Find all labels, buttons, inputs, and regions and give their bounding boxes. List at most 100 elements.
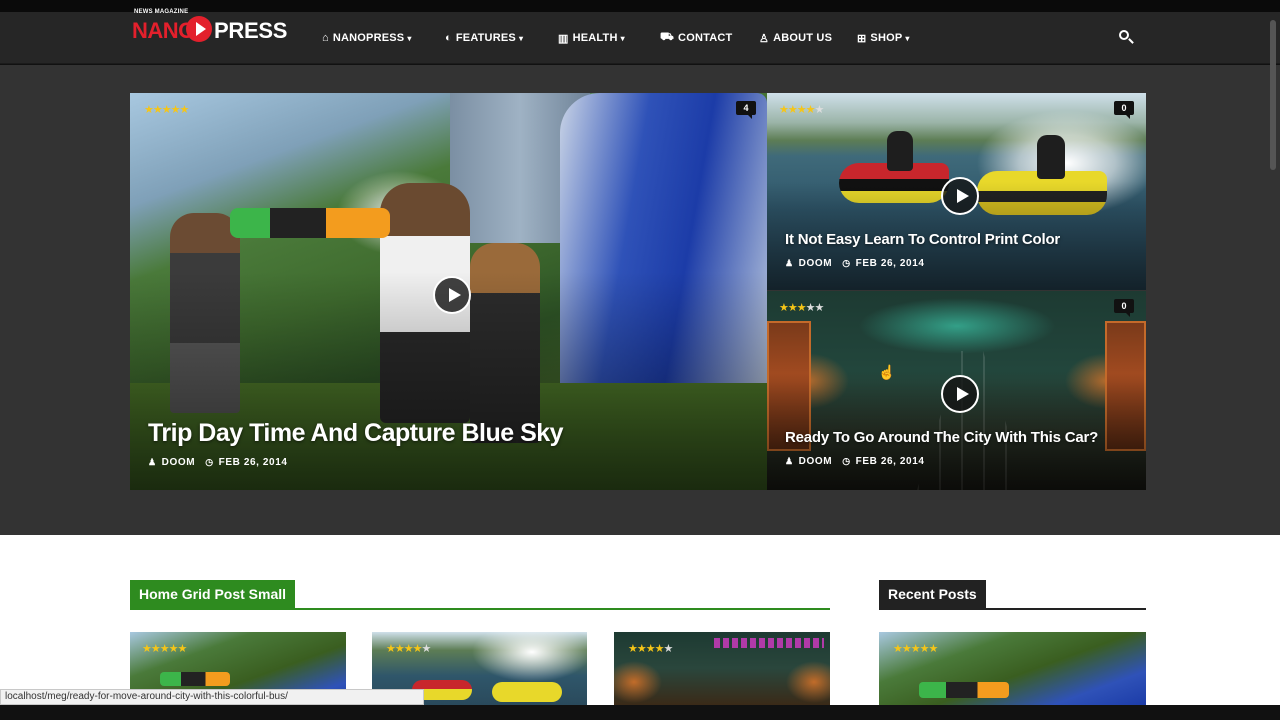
post-meta: ♟ DOOM ◷ FEB 26, 2014	[785, 456, 925, 467]
user-icon: ♟	[148, 457, 157, 467]
logo-play-icon	[186, 16, 212, 42]
home-icon: ⌂	[322, 32, 329, 44]
star-filled-icon: ★	[412, 643, 423, 655]
rating-stars: ★★★★★	[779, 301, 825, 314]
star-filled-icon: ★	[796, 104, 807, 116]
star-filled-icon: ★	[144, 104, 154, 116]
rating-stars: ★★★★★	[386, 642, 432, 655]
search-icon[interactable]	[1116, 27, 1136, 47]
star-filled-icon: ★	[628, 643, 638, 655]
chevron-down-icon: ▾	[407, 33, 412, 43]
star-filled-icon: ★	[796, 302, 807, 314]
post-date: FEB 26, 2014	[218, 457, 288, 468]
nav-label: CONTACT	[678, 32, 733, 44]
chevron-down-icon: ▾	[518, 33, 524, 43]
nav-label: FEATURES	[455, 32, 516, 44]
star-filled-icon: ★	[805, 104, 816, 116]
grid-post-thumb[interactable]: ★★★★★	[614, 632, 830, 705]
clock-icon: ◷	[842, 258, 851, 268]
globe-icon: ◐	[445, 32, 452, 44]
nav-label: ABOUT US	[773, 32, 833, 44]
scrollbar-thumb[interactable]	[1270, 20, 1276, 170]
nav-contact[interactable]: ⛟ CONTACT	[660, 12, 732, 64]
post-date: FEB 26, 2014	[855, 456, 925, 467]
chevron-down-icon: ▾	[905, 33, 910, 43]
star-filled-icon: ★	[152, 104, 163, 116]
star-filled-icon: ★	[901, 643, 912, 655]
post-title[interactable]: It Not Easy Learn To Control Print Color	[785, 231, 1060, 248]
recent-post-thumb[interactable]: ★★★★★	[879, 632, 1146, 705]
user-icon: ♟	[785, 258, 794, 268]
site-logo[interactable]: NEWS MAGAZINE NANO PRESS	[132, 8, 292, 46]
star-filled-icon: ★	[170, 104, 181, 116]
nav-about-us[interactable]: ♙ ABOUT US	[759, 12, 832, 64]
nav-features[interactable]: ◐ FEATURES ▾	[445, 12, 523, 64]
star-empty-icon: ★	[805, 302, 816, 314]
nav-health[interactable]: ▥ HEALTH ▾	[558, 12, 625, 64]
star-filled-icon: ★	[150, 643, 161, 655]
section-recent-posts: Recent Posts	[879, 580, 1146, 610]
user-icon: ♟	[785, 456, 794, 466]
logo-tagline: NEWS MAGAZINE	[134, 9, 189, 15]
star-filled-icon: ★	[779, 104, 789, 116]
logo-press: PRESS	[214, 18, 288, 43]
star-filled-icon: ★	[787, 104, 798, 116]
star-filled-icon: ★	[654, 643, 665, 655]
comment-count-badge[interactable]: 0	[1114, 299, 1134, 317]
featured-post-main[interactable]: ★★★★★ 4 Trip Day Time And Capture Blue S…	[130, 93, 767, 490]
star-filled-icon: ★	[386, 643, 396, 655]
star-filled-icon: ★	[177, 643, 188, 655]
featured-post-top-right[interactable]: ★★★★★ 0 It Not Easy Learn To Control Pri…	[767, 93, 1146, 290]
post-meta: ♟ DOOM ◷ FEB 26, 2014	[148, 457, 288, 468]
rating-stars: ★★★★★	[144, 103, 190, 116]
star-filled-icon: ★	[645, 643, 656, 655]
star-filled-icon: ★	[179, 104, 190, 116]
play-icon[interactable]	[941, 375, 979, 413]
basket-icon: ⊞	[857, 32, 867, 45]
star-filled-icon: ★	[159, 643, 170, 655]
play-icon[interactable]	[433, 276, 471, 314]
car-icon: ⛟	[660, 31, 675, 43]
star-filled-icon: ★	[928, 643, 939, 655]
bottom-edge	[0, 705, 1280, 720]
star-empty-icon: ★	[663, 643, 674, 655]
nav-label: HEALTH	[572, 32, 618, 44]
featured-post-bottom-right[interactable]: ★★★★★ 0 Ready To Go Around The City With…	[767, 291, 1146, 490]
section-title: Recent Posts	[879, 580, 986, 610]
play-icon[interactable]	[941, 177, 979, 215]
star-filled-icon: ★	[779, 302, 789, 314]
nav-shop[interactable]: ⊞ SHOP ▾	[857, 12, 910, 64]
post-title[interactable]: Ready To Go Around The City With This Ca…	[785, 429, 1098, 446]
star-empty-icon: ★	[421, 643, 432, 655]
rating-stars: ★★★★★	[779, 103, 825, 116]
nav-nanopress[interactable]: ⌂ NANOPRESS ▾	[322, 12, 412, 64]
section-underline	[879, 608, 1146, 610]
post-date: FEB 26, 2014	[855, 258, 925, 269]
nav-label: SHOP	[870, 32, 903, 44]
star-filled-icon: ★	[919, 643, 930, 655]
user-icon: ♙	[759, 32, 770, 45]
rating-stars: ★★★★★	[142, 642, 188, 655]
star-filled-icon: ★	[636, 643, 647, 655]
clock-icon: ◷	[842, 456, 851, 466]
nav-label: NANOPRESS	[332, 32, 405, 44]
bank-icon: ▥	[558, 32, 569, 45]
post-meta: ♟ DOOM ◷ FEB 26, 2014	[785, 258, 925, 269]
star-filled-icon: ★	[394, 643, 405, 655]
post-author[interactable]: DOOM	[162, 457, 196, 468]
comment-count-badge[interactable]: 4	[736, 101, 756, 119]
post-author[interactable]: DOOM	[799, 258, 833, 269]
post-title[interactable]: Trip Day Time And Capture Blue Sky	[148, 419, 564, 448]
post-author[interactable]: DOOM	[799, 456, 833, 467]
status-bar-url: localhost/meg/ready-for-move-around-city…	[0, 689, 424, 705]
star-filled-icon: ★	[168, 643, 179, 655]
chevron-down-icon: ▾	[620, 33, 625, 43]
star-filled-icon: ★	[893, 643, 903, 655]
star-empty-icon: ★	[814, 302, 825, 314]
section-title: Home Grid Post Small	[130, 580, 296, 610]
clock-icon: ◷	[205, 457, 214, 467]
section-home-grid: Home Grid Post Small	[130, 580, 830, 610]
comment-count-badge[interactable]: 0	[1114, 101, 1134, 119]
star-filled-icon: ★	[403, 643, 414, 655]
star-empty-icon: ★	[814, 104, 825, 116]
